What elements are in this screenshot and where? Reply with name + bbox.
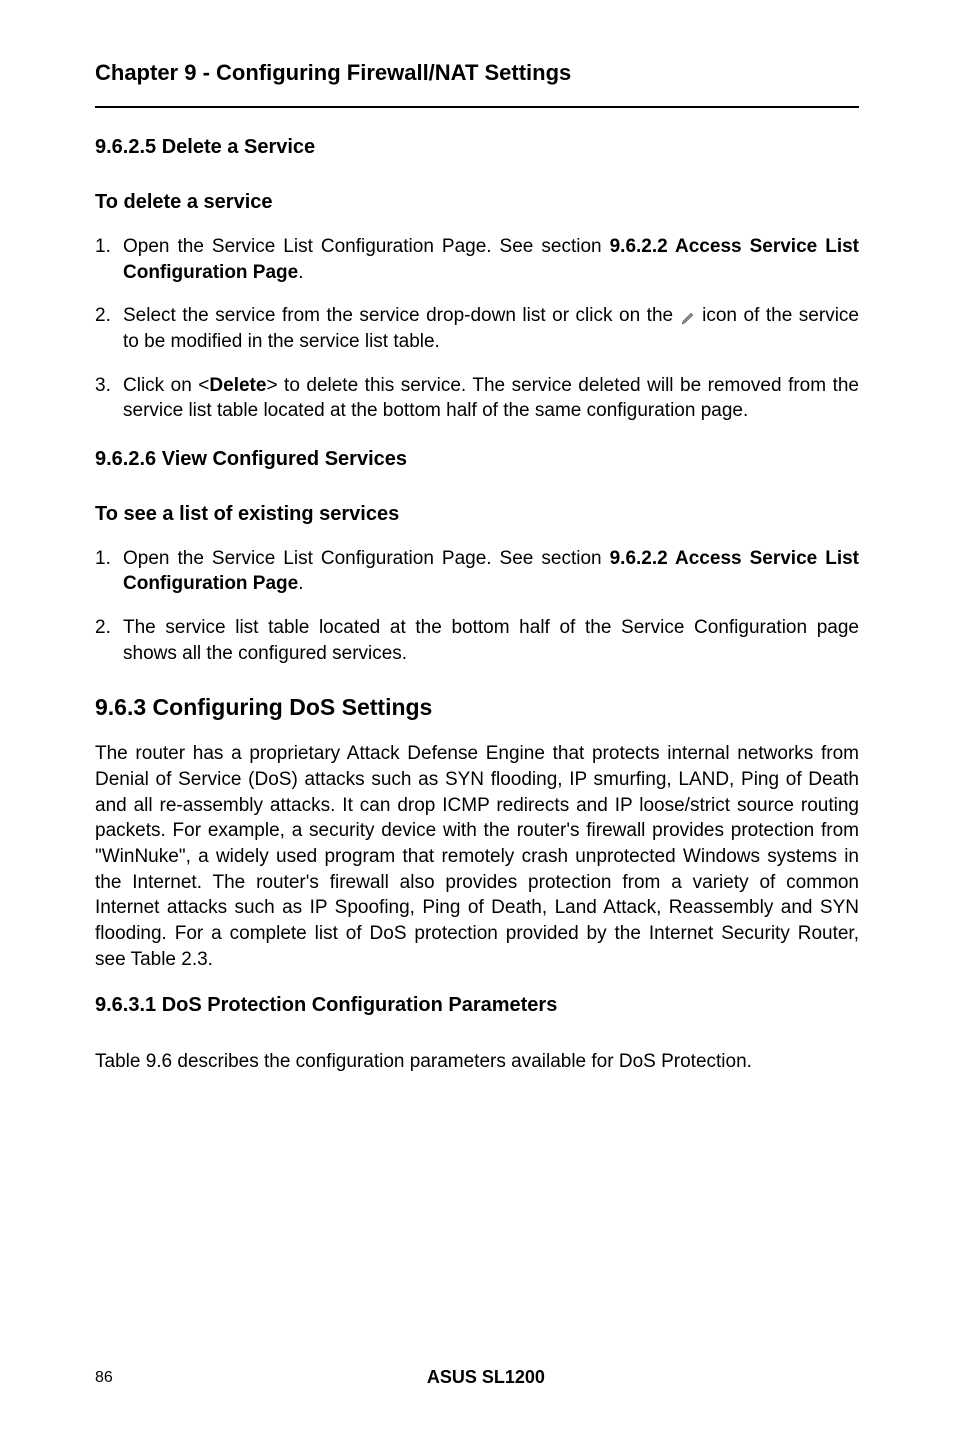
subheading-delete-service: To delete a service	[95, 191, 859, 214]
pencil-icon	[680, 308, 696, 324]
list-item: Select the service from the service drop…	[95, 303, 859, 354]
list-item: Open the Service List Configuration Page…	[95, 546, 859, 597]
step-text: Open the Service List Configuration Page…	[123, 236, 610, 257]
list-item: Open the Service List Configuration Page…	[95, 234, 859, 285]
steps-delete-service: Open the Service List Configuration Page…	[95, 234, 859, 424]
list-item: The service list table located at the bo…	[95, 615, 859, 666]
body-paragraph-dos: The router has a proprietary Attack Defe…	[95, 741, 859, 972]
page-footer: 86 ASUS SL1200	[95, 1367, 859, 1388]
step-text: Select the service from the service drop…	[123, 305, 680, 326]
footer-product: ASUS SL1200	[113, 1367, 859, 1388]
list-item: Click on <Delete> to delete this service…	[95, 373, 859, 424]
steps-view-services: Open the Service List Configuration Page…	[95, 546, 859, 667]
step-bold: Delete	[209, 375, 266, 396]
step-suffix: .	[298, 573, 303, 594]
body-paragraph-dos-params: Table 9.6 describes the configuration pa…	[95, 1049, 859, 1075]
page-number: 86	[95, 1369, 113, 1387]
section-heading-9631: 9.6.3.1 DoS Protection Configuration Par…	[95, 994, 859, 1017]
step-text: Click on <	[123, 375, 209, 396]
subheading-view-services: To see a list of existing services	[95, 503, 859, 526]
section-heading-9625: 9.6.2.5 Delete a Service	[95, 136, 859, 159]
step-text: The service list table located at the bo…	[123, 617, 859, 664]
horizontal-divider	[95, 106, 859, 108]
step-suffix: .	[298, 262, 303, 283]
chapter-title: Chapter 9 - Configuring Firewall/NAT Set…	[95, 60, 859, 86]
section-heading-963: 9.6.3 Configuring DoS Settings	[95, 694, 859, 721]
step-text: Open the Service List Configuration Page…	[123, 548, 610, 569]
section-heading-9626: 9.6.2.6 View Configured Services	[95, 448, 859, 471]
